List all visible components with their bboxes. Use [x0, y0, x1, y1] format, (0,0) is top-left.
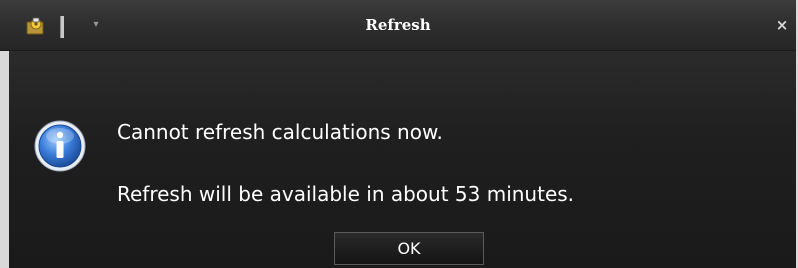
message-line-2: Refresh will be available in about 53 mi… — [117, 182, 575, 206]
window-title: Refresh — [365, 16, 431, 34]
information-icon — [34, 120, 86, 172]
close-button[interactable]: × — [770, 14, 794, 36]
refresh-dialog-window: ▾ Refresh × Cannot refresh calculations … — [0, 0, 798, 268]
dialog-content: Cannot refresh calculations now. Refresh… — [9, 51, 796, 268]
ok-button[interactable]: OK — [334, 232, 484, 265]
message-line-1: Cannot refresh calculations now. — [117, 120, 443, 144]
title-bar[interactable]: ▾ Refresh × — [0, 0, 796, 51]
